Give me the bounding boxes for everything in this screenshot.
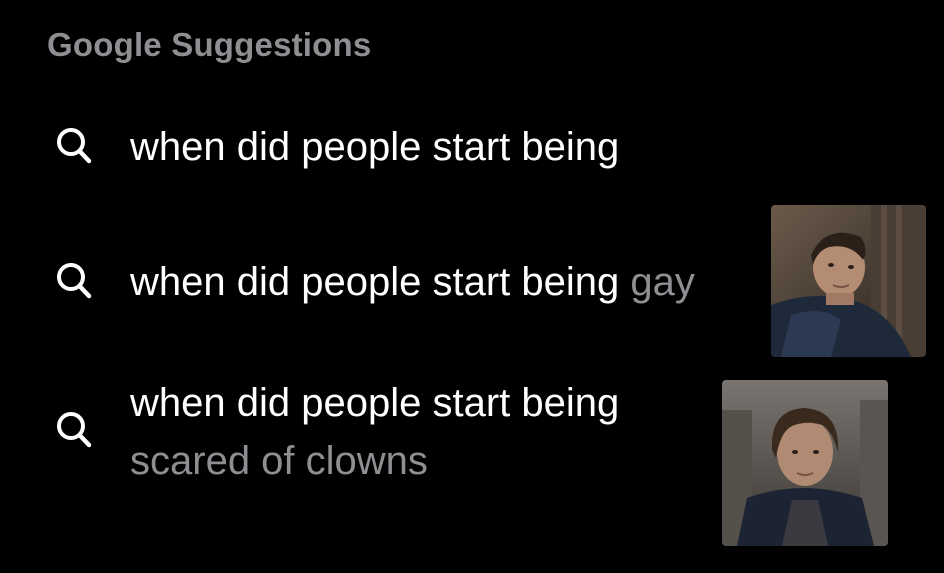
suggestion-item[interactable]: when did people start being gay [0,205,944,357]
suggestion-text: when did people start being gay [130,253,695,311]
suggestion-item[interactable]: when did people start being scared of cl… [0,380,944,546]
suggestion-thumbnail [771,205,926,357]
suggestion-completion-text: gay [630,260,695,304]
search-icon [52,408,96,452]
search-icon [52,259,96,303]
suggestion-text: when did people start being scared of cl… [130,374,619,490]
suggestion-typed-text: when did people start being [130,125,620,169]
suggestion-typed-text: when did people start being [130,381,620,425]
suggestion-thumbnail [722,380,888,546]
suggestion-text: when did people start being [130,118,619,176]
suggestion-item[interactable]: when did people start being [0,118,944,178]
suggestion-completion-text: scared of clowns [130,439,428,483]
search-icon [52,124,96,168]
section-title: Google Suggestions [47,26,372,63]
suggestion-typed-text: when did people start being [130,260,620,304]
